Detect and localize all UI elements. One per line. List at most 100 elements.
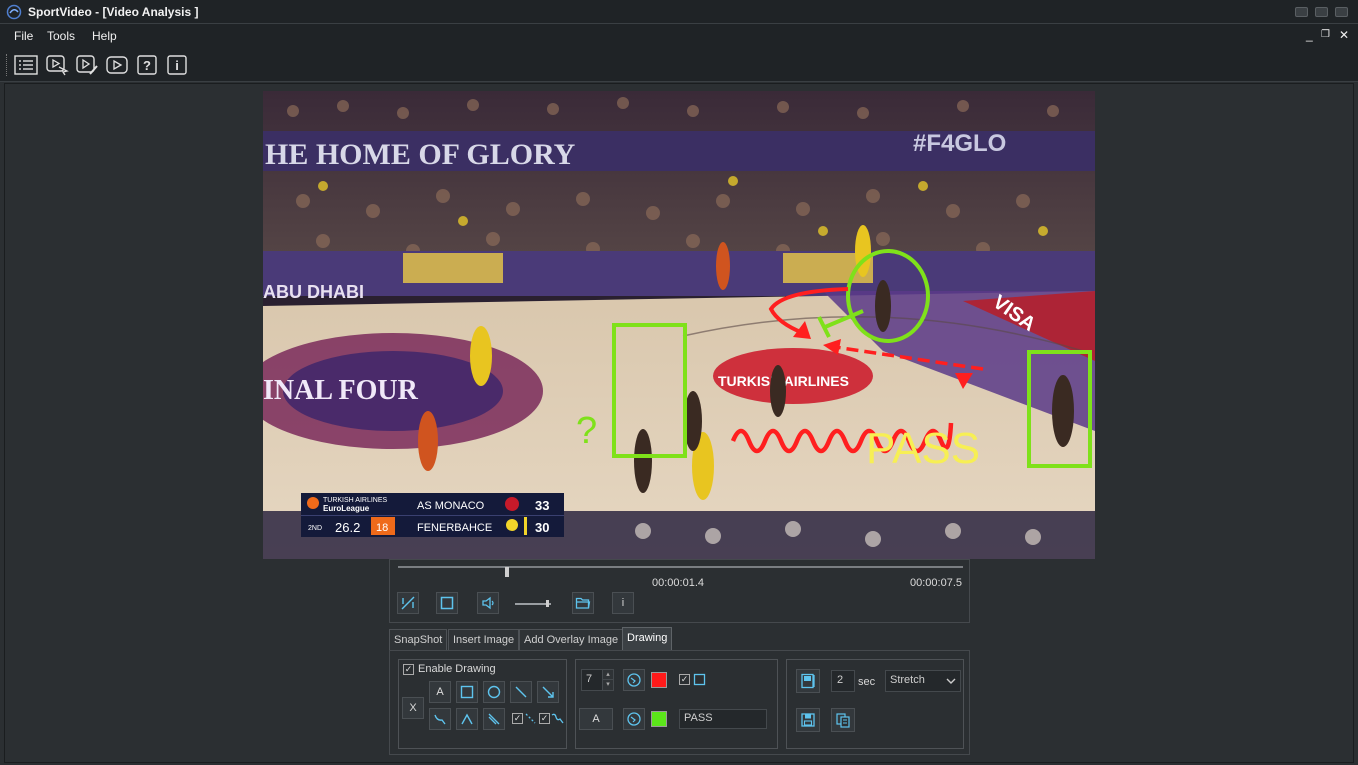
current-time: 00:00:01.4 <box>652 577 704 589</box>
league-line2: EuroLeague <box>323 504 370 513</box>
team2-score: 30 <box>535 520 549 535</box>
angle-icon <box>461 713 473 725</box>
volume-button[interactable] <box>477 592 499 614</box>
curve-arrow-tool-button[interactable] <box>429 708 451 730</box>
line-icon <box>515 686 527 698</box>
wavy-checkbox[interactable]: ✓ <box>539 713 550 724</box>
copy-button[interactable] <box>831 708 855 732</box>
arrow-tool-button[interactable] <box>537 681 559 703</box>
team1-name: AS MONACO <box>417 500 485 512</box>
advertising-boards <box>263 251 1095 296</box>
stretch-selected-value: Stretch <box>890 674 925 686</box>
seek-bar[interactable] <box>398 566 963 577</box>
game-clock: 26.2 <box>335 520 360 535</box>
menu-file[interactable]: File <box>14 29 33 43</box>
text-style-button[interactable]: A <box>579 708 613 730</box>
secondary-color-swatch[interactable] <box>651 711 667 727</box>
dashed-arrow-icon <box>525 713 536 724</box>
color-palette-icon <box>627 673 641 687</box>
toolbar-grip[interactable] <box>6 54 8 76</box>
league-line1: TURKISH AIRLINES <box>323 497 388 504</box>
tab-drawing[interactable]: Drawing <box>622 627 673 650</box>
overlay-duration-group: 2 sec Stretch <box>786 659 964 749</box>
fill-checkbox[interactable]: ✓ <box>679 674 690 685</box>
title-bar: SportVideo - [Video Analysis ] <box>0 0 1358 24</box>
volume-slider-knob[interactable] <box>546 600 549 607</box>
hashtag-text: #F4GLO <box>913 130 1006 157</box>
svg-text:?: ? <box>143 58 151 73</box>
tab-snapshot[interactable]: SnapShot <box>389 629 448 650</box>
duration-unit-label: sec <box>858 676 876 688</box>
primary-color-swatch[interactable] <box>651 672 667 688</box>
playback-controls: 00:00:01.4 00:00:07.5 i <box>389 559 970 623</box>
insert-frame-icon <box>801 673 815 689</box>
open-folder-button[interactable] <box>572 592 594 614</box>
save-icon <box>801 713 815 727</box>
trim-button[interactable] <box>397 592 419 614</box>
seek-thumb[interactable] <box>505 567 509 577</box>
close-window-button[interactable] <box>1335 7 1348 17</box>
play-button[interactable] <box>104 53 130 77</box>
list-button[interactable] <box>13 53 39 77</box>
video-select-icon <box>46 55 69 76</box>
drawing-panel: ✓ Enable Drawing X A ✓ ✓ 7 ▴ ▾ ✓ A PASS … <box>389 650 970 755</box>
menu-bar: File Tools Help _ ❐ ✕ <box>0 24 1358 48</box>
tab-insert-image[interactable]: Insert Image <box>448 629 520 650</box>
mdi-minimize-button[interactable]: _ <box>1306 28 1313 42</box>
period: 2ND <box>308 525 322 532</box>
ellipse-tool-button[interactable] <box>483 681 505 703</box>
duration-input[interactable]: 2 <box>831 670 855 692</box>
arrow-icon <box>542 686 554 698</box>
dashed-checkbox[interactable]: ✓ <box>512 713 523 724</box>
primary-color-picker-button[interactable] <box>623 669 645 691</box>
line-width-spinner[interactable]: ▴ ▾ <box>602 669 614 691</box>
clear-drawing-button[interactable]: X <box>402 697 424 719</box>
play-icon <box>106 56 128 74</box>
mdi-close-button[interactable]: ✕ <box>1339 28 1349 42</box>
drawing-text-input[interactable]: PASS <box>679 709 767 729</box>
angle-tool-button[interactable] <box>456 708 478 730</box>
home-of-glory-text: HE HOME OF GLORY <box>265 138 576 171</box>
list-icon <box>14 55 38 75</box>
svg-text:i: i <box>175 58 179 73</box>
app-logo-icon <box>6 4 22 20</box>
ellipse-icon <box>487 685 501 699</box>
info-button[interactable]: i <box>164 53 190 77</box>
help-button[interactable]: ? <box>134 53 160 77</box>
abu-dhabi-text: ABU DHABI <box>263 282 364 302</box>
help-icon: ? <box>137 55 157 75</box>
scoreboard: TURKISH AIRLINES EuroLeague AS MONACO 33… <box>301 493 564 537</box>
secondary-color-picker-button[interactable] <box>623 708 645 730</box>
double-line-icon <box>488 713 500 725</box>
pass-text: PASS <box>866 424 980 473</box>
tab-add-overlay-image[interactable]: Add Overlay Image <box>519 629 624 650</box>
open-folder-icon <box>575 597 591 609</box>
double-line-tool-button[interactable] <box>483 708 505 730</box>
total-time: 00:00:07.5 <box>910 577 962 589</box>
line-tool-button[interactable] <box>510 681 532 703</box>
video-select-button[interactable] <box>44 53 70 77</box>
enable-drawing-checkbox[interactable]: ✓ <box>403 664 414 675</box>
mdi-restore-button[interactable]: ❐ <box>1321 29 1330 40</box>
menu-tools[interactable]: Tools <box>47 29 75 43</box>
line-width-field[interactable]: 7 <box>581 669 603 691</box>
shot-clock: 18 <box>376 522 388 534</box>
maximize-window-button[interactable] <box>1315 7 1328 17</box>
video-info-button[interactable]: i <box>612 592 634 614</box>
rectangle-tool-button[interactable] <box>456 681 478 703</box>
menu-help[interactable]: Help <box>92 29 117 43</box>
insert-frame-button[interactable] <box>796 669 820 693</box>
window-title: SportVideo - [Video Analysis ] <box>28 5 199 19</box>
enable-drawing-label: Enable Drawing <box>418 663 496 675</box>
video-edit-button[interactable] <box>74 53 100 77</box>
drawing-tools-group: ✓ Enable Drawing X A ✓ ✓ <box>398 659 567 749</box>
stretch-dropdown[interactable]: Stretch <box>885 670 961 692</box>
video-frame[interactable]: HE HOME OF GLORY #F4GLO ABU DHABI VISA I… <box>263 91 1095 559</box>
minimize-window-button[interactable] <box>1295 7 1308 17</box>
text-tool-button[interactable]: A <box>429 681 451 703</box>
question-mark-text: ? <box>576 410 597 452</box>
main-toolbar: ? i <box>0 48 1358 82</box>
stop-button[interactable] <box>436 592 458 614</box>
rectangle-icon <box>460 685 474 699</box>
save-button[interactable] <box>796 708 820 732</box>
